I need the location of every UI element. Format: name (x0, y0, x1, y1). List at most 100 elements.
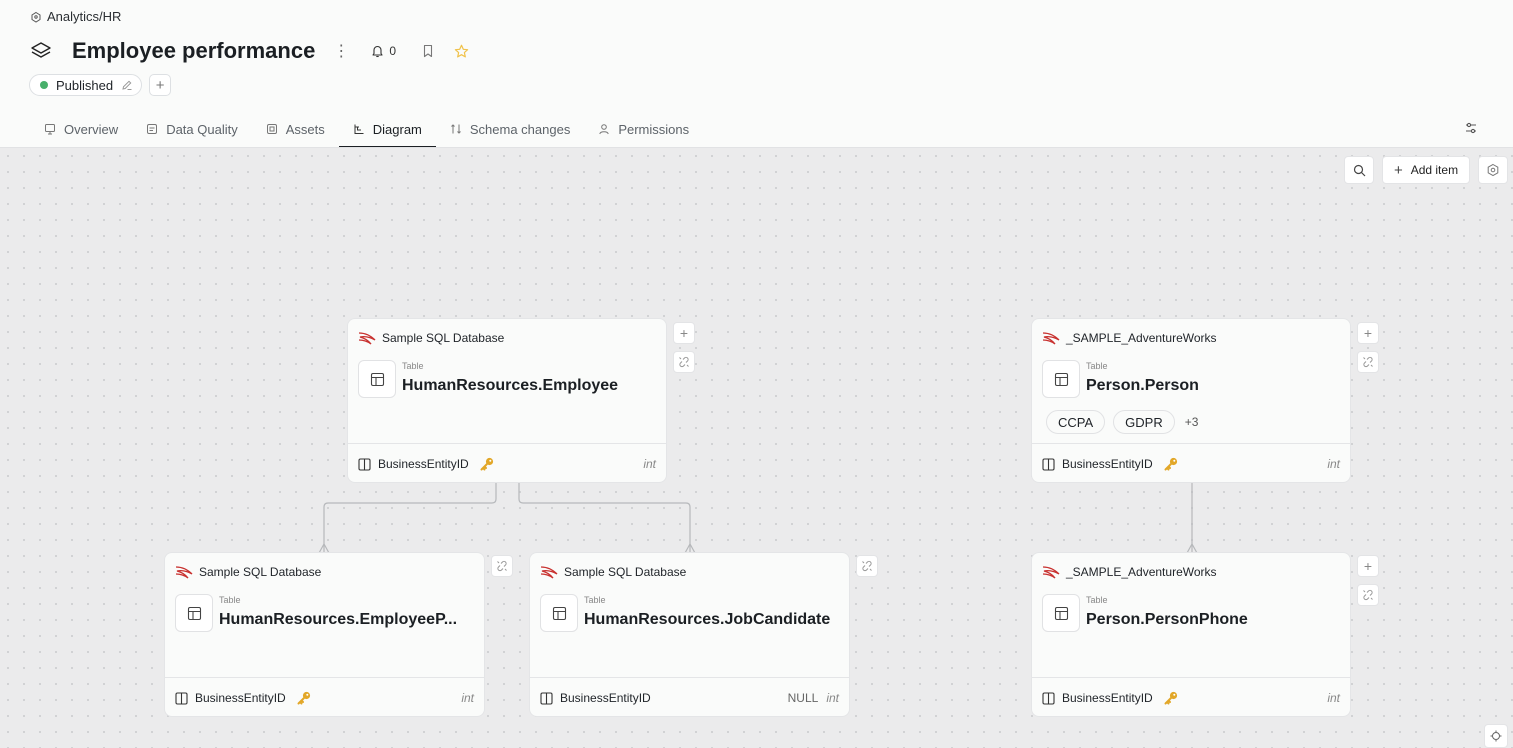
unlink-icon (1362, 589, 1374, 601)
plus-icon: + (1393, 161, 1403, 179)
schema-changes-icon (450, 123, 462, 135)
card-divider (1032, 443, 1350, 444)
primary-key-icon (479, 456, 495, 472)
connector-employee-employeep (323, 483, 497, 553)
bookmark-icon[interactable] (422, 44, 434, 58)
table-icon (1042, 360, 1080, 398)
card-divider (1032, 677, 1350, 678)
header: Analytics/HR Employee performance ⋮ 0 Pu… (0, 0, 1513, 147)
tab-schema-changes[interactable]: Schema changes (436, 112, 584, 146)
unlink-button[interactable] (673, 351, 695, 373)
tab-assets[interactable]: Assets (252, 112, 339, 146)
field-row[interactable]: BusinessEntityID int (1042, 690, 1340, 706)
sql-server-logo-icon (1042, 565, 1060, 579)
card-type-label: Table (1086, 361, 1108, 371)
field-type: int (643, 457, 656, 471)
card-divider (530, 677, 849, 678)
unlink-button[interactable] (1357, 351, 1379, 373)
unlink-icon (1362, 356, 1374, 368)
expand-button[interactable]: + (1357, 322, 1379, 344)
field-type: int (826, 691, 839, 705)
table-card-employee[interactable]: Sample SQL Database Table HumanResources… (348, 319, 666, 482)
unlink-button[interactable] (1357, 584, 1379, 606)
tab-diagram[interactable]: Diagram (338, 112, 436, 147)
edit-icon[interactable] (121, 79, 133, 91)
table-icon (1042, 594, 1080, 632)
card-table-name[interactable]: HumanResources.Employee (402, 377, 652, 395)
table-card-person[interactable]: _SAMPLE_AdventureWorks Table Person.Pers… (1032, 319, 1350, 482)
add-status-button[interactable]: + (149, 74, 172, 96)
connector-employee-jobcandidate (518, 483, 691, 553)
plus-icon: + (679, 325, 689, 341)
table-card-person-phone[interactable]: _SAMPLE_AdventureWorks Table Person.Pers… (1032, 553, 1350, 716)
add-item-button[interactable]: + Add item (1382, 156, 1470, 184)
page-title: Employee performance (72, 38, 316, 63)
notifications-count: 0 (389, 44, 396, 58)
plus-icon: + (1363, 325, 1373, 341)
card-source: _SAMPLE_AdventureWorks (1042, 565, 1217, 579)
crosshair-icon (1490, 730, 1502, 742)
table-card-employee-pay[interactable]: Sample SQL Database Table HumanResources… (165, 553, 484, 716)
hexagon-icon (1486, 163, 1500, 177)
table-card-job-candidate[interactable]: Sample SQL Database Table HumanResources… (530, 553, 849, 716)
card-table-name[interactable]: Person.PersonPhone (1086, 611, 1336, 629)
card-source: Sample SQL Database (540, 565, 686, 579)
breadcrumb[interactable]: Analytics/HR (30, 9, 121, 24)
tab-overview[interactable]: Overview (30, 112, 132, 146)
expand-button[interactable]: + (673, 322, 695, 344)
crowfoot-personphone (1186, 542, 1198, 554)
expand-button[interactable]: + (1357, 555, 1379, 577)
more-options-icon[interactable]: ⋮ (333, 41, 349, 61)
breadcrumb-text[interactable]: Analytics/HR (47, 9, 121, 24)
sql-server-logo-icon (1042, 331, 1060, 345)
field-row[interactable]: BusinessEntityID NULL int (540, 690, 839, 706)
card-table-name[interactable]: HumanResources.JobCandidate (584, 611, 844, 629)
field-row[interactable]: BusinessEntityID int (358, 456, 656, 472)
unlink-button[interactable] (491, 555, 513, 577)
tab-data-quality[interactable]: Data Quality (132, 112, 252, 146)
field-row[interactable]: BusinessEntityID int (1042, 456, 1340, 472)
diagram-canvas[interactable]: + Add item Sample SQL Database Table Hum… (0, 147, 1513, 748)
domain-icon (30, 11, 42, 23)
card-source: Sample SQL Database (175, 565, 321, 579)
assets-icon (266, 123, 278, 135)
field-name: BusinessEntityID (560, 691, 651, 705)
unlink-button[interactable] (856, 555, 878, 577)
star-icon[interactable] (454, 44, 469, 59)
sql-server-logo-icon (540, 565, 558, 579)
tag-gdpr[interactable]: GDPR (1113, 410, 1175, 434)
primary-key-icon (296, 690, 312, 706)
field-type: int (1327, 457, 1340, 471)
notifications-button[interactable]: 0 (371, 44, 396, 58)
table-icon (358, 360, 396, 398)
add-item-label: Add item (1410, 163, 1459, 177)
field-row[interactable]: BusinessEntityID int (175, 690, 474, 706)
card-type-label: Table (402, 361, 424, 371)
monitor-icon (44, 123, 56, 135)
tag-ccpa[interactable]: CCPA (1046, 410, 1106, 434)
unlink-icon (496, 560, 508, 572)
status-label: Published (56, 77, 114, 93)
status-badge[interactable]: Published (29, 74, 143, 96)
tab-bar: Overview Data Quality Assets Diagram Sch… (30, 112, 703, 147)
plus-icon: + (1363, 558, 1373, 574)
layout-settings-button[interactable] (1478, 156, 1508, 184)
quality-icon (146, 123, 158, 135)
more-tags-count[interactable]: +3 (1185, 415, 1199, 429)
card-table-name[interactable]: HumanResources.EmployeeP... (219, 611, 474, 629)
column-icon (1042, 457, 1055, 471)
card-divider (348, 443, 666, 444)
card-table-name[interactable]: Person.Person (1086, 377, 1336, 395)
field-name: BusinessEntityID (1062, 691, 1153, 705)
settings-sliders-icon[interactable] (1464, 121, 1478, 135)
unlink-icon (678, 356, 690, 368)
column-icon (540, 691, 553, 705)
recenter-button[interactable] (1484, 724, 1508, 748)
tab-permissions[interactable]: Permissions (584, 112, 703, 146)
column-icon (175, 691, 188, 705)
primary-key-icon (1163, 456, 1179, 472)
field-type: int (461, 691, 474, 705)
search-button[interactable] (1344, 156, 1374, 184)
bell-icon (371, 44, 384, 58)
diagram-icon (353, 123, 365, 135)
